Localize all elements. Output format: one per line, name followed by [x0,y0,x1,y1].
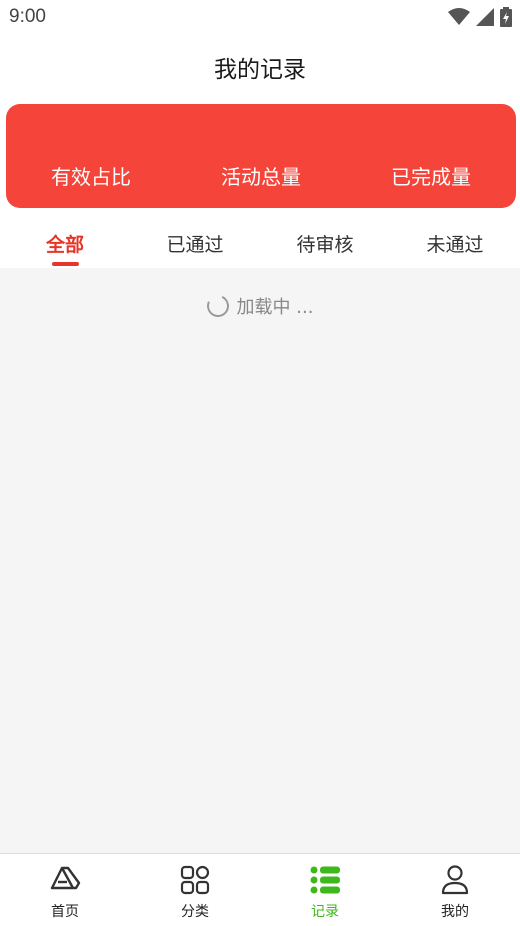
nav-label-records: 记录 [311,904,339,920]
nav-item-mine[interactable]: 我的 [390,854,520,926]
tab-active-indicator [52,262,79,266]
tab-all[interactable]: 全部 [0,230,130,257]
title-bar: 我的记录 [0,36,520,98]
stats-banner-container: 有效占比 活动总量 已完成量 [0,98,520,214]
records-page: 9:00 我的记录 有效占比 活动总量 已完成量 全部 已通过 待审核 未通过 … [0,0,520,926]
nav-item-home[interactable]: 首页 [0,854,130,926]
tab-rejected[interactable]: 未通过 [390,230,520,257]
stat-valid-ratio: 有效占比 [51,165,131,189]
loading-text: 加载中 ... [236,297,314,318]
status-bar: 9:00 [0,0,520,36]
nav-label-home: 首页 [51,904,79,920]
loading-spinner-icon [203,291,232,321]
tab-approved[interactable]: 已通过 [130,230,260,257]
wifi-icon [448,8,470,25]
status-time: 9:00 [9,6,46,27]
battery-icon [500,7,512,27]
list-icon [310,866,340,894]
filter-tabs: 全部 已通过 待审核 未通过 [0,214,520,268]
status-icons [448,7,512,27]
stat-completed: 已完成量 [391,165,471,189]
nav-item-category[interactable]: 分类 [130,854,260,926]
stat-activity-total: 活动总量 [221,165,301,189]
nav-label-category: 分类 [181,904,209,920]
home-icon [50,866,81,890]
tab-pending[interactable]: 待审核 [260,230,390,257]
loading-indicator: 加载中 ... [0,291,520,321]
user-icon [441,865,469,895]
page-title: 我的记录 [214,57,306,83]
nav-item-records[interactable]: 记录 [260,854,390,926]
signal-icon [476,8,494,26]
bottom-nav: 首页 分类 记录 我的 [0,853,520,926]
stats-banner: 有效占比 活动总量 已完成量 [6,104,516,208]
nav-label-mine: 我的 [441,904,469,920]
category-grid-icon [180,865,210,895]
